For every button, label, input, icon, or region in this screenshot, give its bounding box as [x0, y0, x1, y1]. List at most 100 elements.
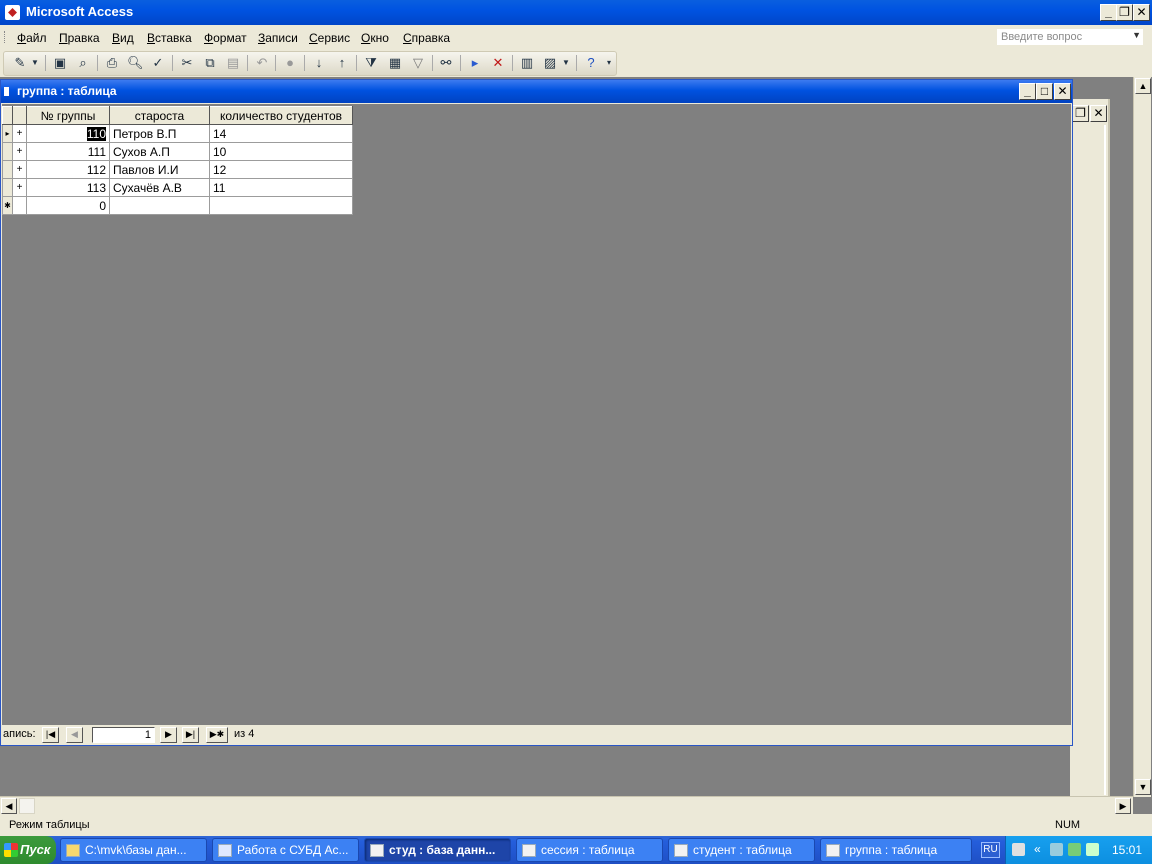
new-record-icon[interactable]: ✱ [2, 196, 13, 215]
background-window[interactable]: ❐ ✕ [1070, 99, 1110, 796]
menu-records[interactable]: Записи [258, 31, 298, 45]
scroll-thumb[interactable] [19, 798, 35, 814]
menu-insert[interactable]: Вставка [147, 31, 192, 45]
search-file-icon[interactable]: ⌕ [75, 55, 91, 71]
menu-view[interactable]: Вид [112, 31, 134, 45]
column-header-group-number[interactable]: № группы [26, 106, 110, 125]
minimize-icon[interactable]: _ [1019, 83, 1036, 100]
view-icon[interactable]: ✎ [12, 55, 28, 71]
cell-group-number[interactable]: 0 [26, 196, 110, 215]
restore-icon[interactable]: ❐ [1116, 4, 1133, 21]
cell-head[interactable]: Петров В.П [109, 124, 210, 143]
taskbar-button-session-table[interactable]: сессия : таблица [516, 838, 663, 862]
menu-edit[interactable]: Правка [59, 31, 100, 45]
apply-filter-icon[interactable]: ▽ [410, 55, 426, 71]
close-icon[interactable]: ✕ [1133, 4, 1150, 21]
scroll-down-icon[interactable]: ▼ [1135, 779, 1151, 795]
menu-grip[interactable] [4, 31, 7, 43]
cell-student-count[interactable]: 10 [209, 142, 353, 161]
table-row[interactable]: + 112 Павлов И.И 12 [2, 160, 353, 179]
table-row[interactable]: + 111 Сухов А.П 10 [2, 142, 353, 161]
cell-student-count[interactable] [209, 196, 353, 215]
expand-icon[interactable]: + [12, 142, 27, 161]
start-button[interactable]: Пуск [0, 836, 56, 864]
new-record-icon[interactable]: ▸ [467, 55, 483, 71]
select-all-cell[interactable] [2, 106, 13, 125]
taskbar-button-folder[interactable]: C:\mvk\базы дан... [60, 838, 207, 862]
language-indicator[interactable]: RU [981, 842, 1000, 858]
delete-record-icon[interactable]: ✕ [490, 55, 506, 71]
menu-window[interactable]: Окно [361, 31, 389, 45]
database-window-icon[interactable]: ▥ [519, 55, 535, 71]
record-selector[interactable] [2, 178, 13, 197]
maximize-icon[interactable]: □ [1036, 83, 1053, 100]
cell-group-number[interactable]: 112 [26, 160, 110, 179]
spelling-icon[interactable]: ✓ [150, 55, 166, 71]
expand-icon[interactable]: + [12, 124, 27, 143]
keyboard-icon[interactable] [1012, 843, 1025, 856]
print-preview-icon[interactable]: 🔍︎ [127, 55, 144, 71]
chevron-down-icon[interactable]: ▼ [561, 55, 571, 71]
cell-head[interactable]: Сухачёв А.В [109, 178, 210, 197]
hyperlink-icon[interactable]: ● [282, 55, 298, 71]
sort-descending-icon[interactable]: ↑ [334, 55, 350, 71]
first-record-icon[interactable]: |◀ [42, 727, 59, 743]
show-hidden-icons-icon[interactable]: « [1034, 843, 1047, 856]
cell-head[interactable] [109, 196, 210, 215]
cut-icon[interactable]: ✂ [179, 55, 195, 71]
antivirus-icon[interactable] [1068, 843, 1081, 856]
new-object-icon[interactable]: ▨ [542, 55, 558, 71]
record-selector[interactable] [2, 160, 13, 179]
table-row[interactable]: + 113 Сухачёв А.В 11 [2, 178, 353, 197]
sort-ascending-icon[interactable]: ↓ [311, 55, 327, 71]
taskbar-button-group-table[interactable]: группа : таблица [820, 838, 972, 862]
cell-head[interactable]: Сухов А.П [109, 142, 210, 161]
last-record-icon[interactable]: ▶| [182, 727, 199, 743]
scroll-right-icon[interactable]: ▶ [1115, 798, 1131, 814]
volume-icon[interactable] [1086, 843, 1099, 856]
undo-icon[interactable]: ↶ [254, 55, 270, 71]
cell-student-count[interactable]: 12 [209, 160, 353, 179]
help-icon[interactable]: ? [583, 55, 599, 71]
current-record-icon[interactable]: ▸ [2, 124, 13, 143]
filter-by-selection-icon[interactable]: ⧩ [363, 55, 379, 71]
paste-icon[interactable]: ▤ [225, 55, 241, 71]
cell-group-number[interactable]: 113 [26, 178, 110, 197]
access-icon[interactable] [5, 5, 20, 20]
cell-group-number[interactable]: 111 [26, 142, 110, 161]
taskbar-button-word[interactable]: Работа с СУБД Ac... [212, 838, 359, 862]
filter-by-form-icon[interactable]: ▦ [387, 55, 403, 71]
menu-format[interactable]: Формат [204, 31, 247, 45]
chevron-down-icon[interactable]: ▼ [30, 55, 40, 71]
clock[interactable]: 15:01 [1112, 843, 1142, 857]
new-record-row[interactable]: ✱ 0 [2, 196, 353, 215]
ask-question-box[interactable]: Введите вопрос ▼ [996, 28, 1144, 46]
scroll-up-icon[interactable]: ▲ [1135, 78, 1151, 94]
new-record-nav-icon[interactable]: ▶✱ [206, 727, 228, 743]
column-header-head[interactable]: староста [109, 106, 210, 125]
find-icon[interactable]: ⚯ [438, 55, 454, 71]
cell-group-number[interactable]: 110 [26, 124, 110, 143]
column-header-student-count[interactable]: количество студентов [209, 106, 353, 125]
print-icon[interactable]: ⎙ [104, 55, 120, 71]
previous-record-icon[interactable]: ◀ [66, 727, 83, 743]
scroll-left-icon[interactable]: ◀ [1, 798, 17, 814]
menu-help[interactable]: Справка [403, 31, 450, 45]
copy-icon[interactable]: ⧉ [202, 55, 218, 71]
table-row[interactable]: ▸ + 110 Петров В.П 14 [2, 124, 353, 143]
menu-tools[interactable]: Сервис [309, 31, 350, 45]
restore-icon[interactable]: ❐ [1072, 105, 1089, 122]
vertical-scrollbar[interactable]: ▲ ▼ [1133, 77, 1151, 797]
close-icon[interactable]: ✕ [1054, 83, 1071, 100]
menu-file[interactable]: Файл [17, 31, 47, 45]
chevron-down-icon[interactable]: ▼ [1132, 30, 1141, 40]
taskbar-button-database[interactable]: студ : база данн... [364, 838, 511, 862]
save-icon[interactable]: ▣ [52, 55, 68, 71]
network-icon[interactable] [1050, 843, 1063, 856]
table-window-title-bar[interactable]: группа : таблица _ □ ✕ [1, 80, 1072, 103]
cell-head[interactable]: Павлов И.И [109, 160, 210, 179]
record-selector[interactable] [2, 142, 13, 161]
cell-student-count[interactable]: 14 [209, 124, 353, 143]
next-record-icon[interactable]: ▶ [160, 727, 177, 743]
minimize-icon[interactable]: _ [1100, 4, 1117, 21]
